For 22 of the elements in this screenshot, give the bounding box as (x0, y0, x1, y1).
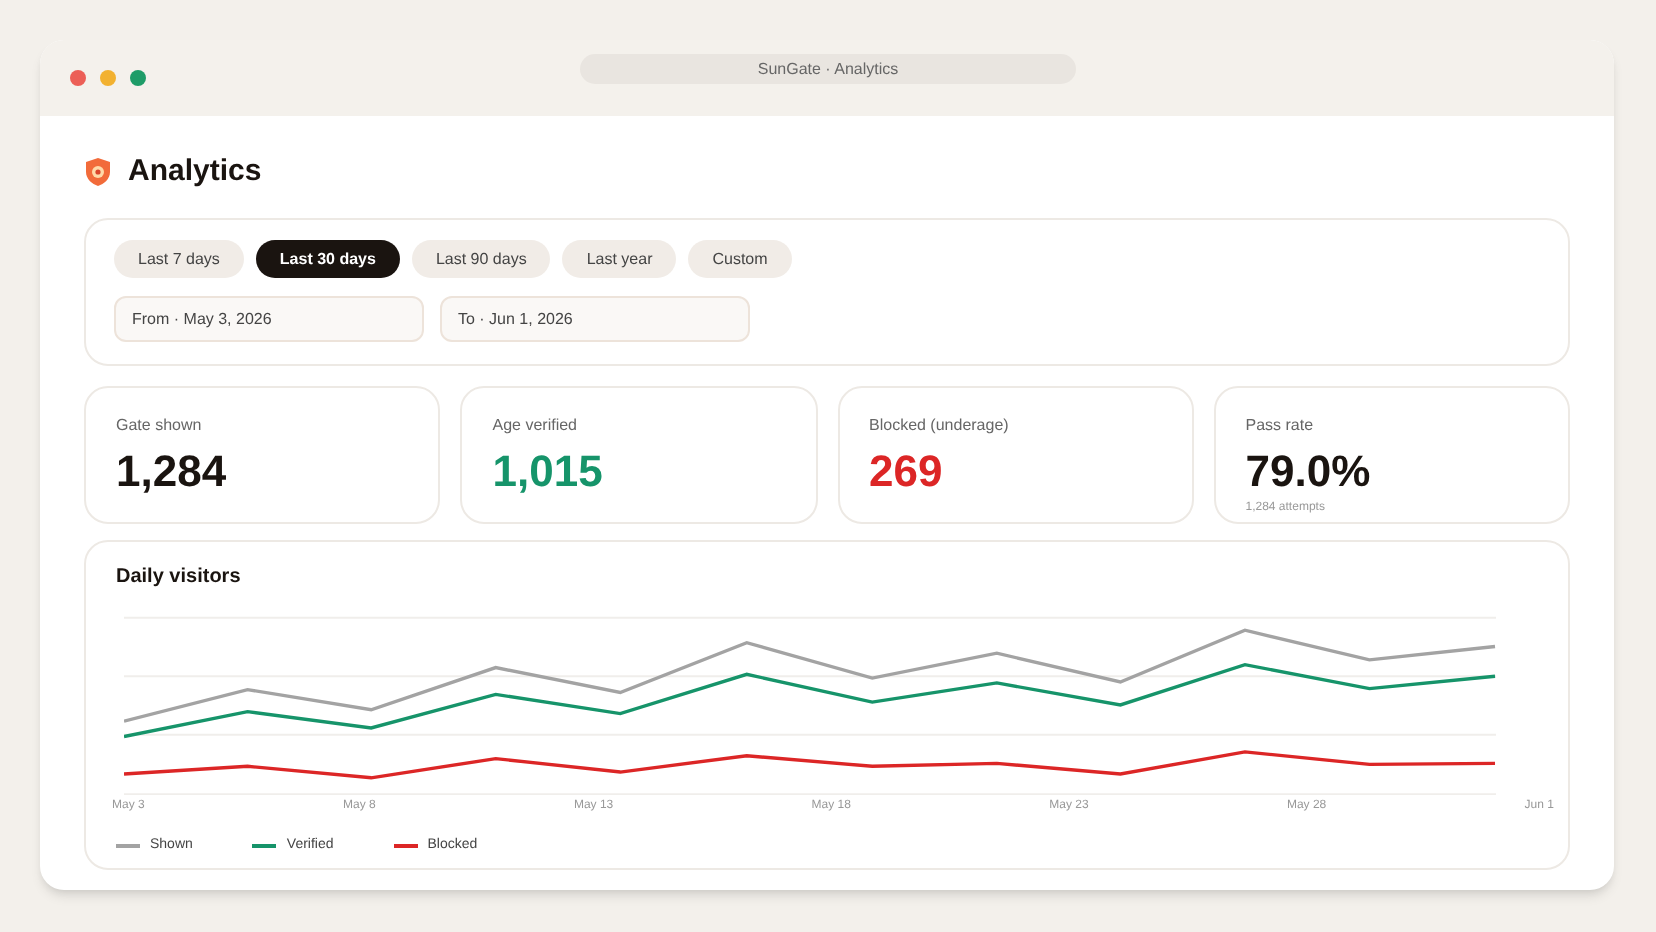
close-icon[interactable] (70, 70, 86, 86)
page-title: Analytics (128, 151, 262, 192)
stat-value: 1,015 (492, 444, 605, 500)
minimize-icon[interactable] (100, 70, 116, 86)
stat-label: Pass rate (1245, 414, 1316, 438)
address-bar: SunGate · Analytics (580, 54, 1076, 84)
stat-label: Gate shown (116, 414, 204, 438)
chart-title: Daily visitors (116, 564, 243, 592)
maximize-icon[interactable] (130, 70, 146, 86)
date-field[interactable]: From · May 3, 2026 (114, 296, 424, 342)
range-tab[interactable]: Last 90 days (411, 240, 551, 278)
range-tab[interactable]: Last 7 days (114, 240, 244, 278)
range-tab[interactable]: Custom (688, 240, 792, 278)
stat-value: 79.0% (1245, 444, 1373, 500)
range-tab[interactable]: Last year (562, 240, 677, 278)
stat-value: 269 (869, 444, 945, 500)
shield-icon (84, 156, 112, 188)
date-field[interactable]: To · Jun 1, 2026 (440, 296, 750, 342)
stat-value: 1,284 (116, 444, 229, 500)
range-tab[interactable]: Last 30 days (255, 240, 400, 278)
stat-label: Blocked (underage) (869, 414, 1011, 438)
stat-label: Age verified (492, 414, 579, 438)
